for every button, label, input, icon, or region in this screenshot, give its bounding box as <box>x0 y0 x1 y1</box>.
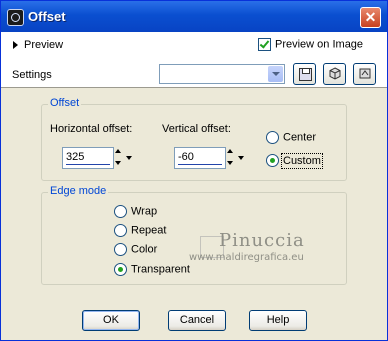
load-preset-icon <box>329 67 341 80</box>
reset-icon <box>359 68 371 79</box>
value-underline <box>66 164 110 165</box>
edge-mode-group-title: Edge mode <box>48 185 109 197</box>
horizontal-offset-label: Horizontal offset: <box>50 123 133 135</box>
load-preset-button[interactable] <box>323 63 346 85</box>
app-icon <box>7 9 24 26</box>
header-divider <box>1 87 387 88</box>
horizontal-offset-input[interactable]: 325 <box>62 147 114 169</box>
preview-label: Preview <box>24 39 64 52</box>
title-bar[interactable]: Offset ✕ <box>1 1 387 32</box>
preview-expander[interactable]: Preview <box>13 39 63 51</box>
vertical-offset-spinner: -60 <box>174 147 245 169</box>
horizontal-offset-value: 325 <box>66 151 85 163</box>
preview-on-image-label: Preview on Image <box>275 38 364 51</box>
window-title: Offset <box>28 9 66 24</box>
radio-icon <box>114 205 127 218</box>
preview-on-image-checkbox[interactable]: Preview on Image <box>258 38 363 51</box>
radio-icon <box>114 224 127 237</box>
radio-icon <box>266 131 279 144</box>
save-icon <box>299 68 312 81</box>
close-button[interactable]: ✕ <box>360 7 381 28</box>
preview-settings-bar: Preview Preview on Image Settings <box>1 32 387 87</box>
arrow-down-icon <box>115 161 121 165</box>
horizontal-offset-spinner: 325 <box>62 147 133 169</box>
arrow-up-icon <box>115 149 121 153</box>
chevron-down-icon[interactable] <box>125 151 133 165</box>
help-button[interactable]: Help <box>249 310 307 331</box>
radio-transparent-label: Transparent <box>131 263 190 276</box>
offset-dialog: Offset ✕ Preview Preview on Image Settin… <box>0 0 388 341</box>
checkbox-checked-icon <box>258 38 271 51</box>
settings-dropdown[interactable] <box>159 64 285 84</box>
spin-arrows[interactable] <box>226 147 237 169</box>
radio-center-label: Center <box>283 131 317 144</box>
radio-color[interactable]: Color <box>114 243 157 259</box>
radio-icon <box>114 243 127 256</box>
vertical-offset-value: -60 <box>178 151 194 163</box>
close-icon: ✕ <box>364 9 377 25</box>
radio-selected-icon <box>266 154 279 167</box>
arrow-down-icon <box>227 161 233 165</box>
offset-group-title: Offset <box>48 97 82 109</box>
arrow-up-icon <box>227 149 233 153</box>
radio-wrap-label: Wrap <box>131 205 158 218</box>
radio-custom-label: Custom <box>281 152 323 169</box>
watermark-name: Pinuccia <box>219 230 305 251</box>
radio-custom[interactable]: Custom <box>266 152 323 170</box>
dropdown-arrow-icon[interactable] <box>268 66 283 82</box>
vertical-offset-label: Vertical offset: <box>162 123 231 135</box>
reset-button[interactable] <box>353 63 376 85</box>
watermark-url: www.maldiregrafica.eu <box>189 252 304 263</box>
settings-label: Settings <box>12 69 52 81</box>
spin-arrows[interactable] <box>114 147 125 169</box>
radio-transparent[interactable]: Transparent <box>114 263 190 279</box>
radio-selected-icon <box>114 263 127 276</box>
vertical-offset-input[interactable]: -60 <box>174 147 226 169</box>
cancel-button[interactable]: Cancel <box>168 310 226 331</box>
radio-color-label: Color <box>131 243 158 256</box>
radio-wrap[interactable]: Wrap <box>114 205 157 221</box>
expand-triangle-icon <box>13 41 18 50</box>
ok-button[interactable]: OK <box>82 310 140 331</box>
radio-repeat[interactable]: Repeat <box>114 224 166 240</box>
value-underline <box>178 164 222 165</box>
offset-group: Offset Horizontal offset: Vertical offse… <box>41 97 347 181</box>
save-preset-button[interactable] <box>293 63 316 85</box>
chevron-down-icon[interactable] <box>237 151 245 165</box>
radio-repeat-label: Repeat <box>131 224 167 237</box>
radio-center[interactable]: Center <box>266 131 316 147</box>
